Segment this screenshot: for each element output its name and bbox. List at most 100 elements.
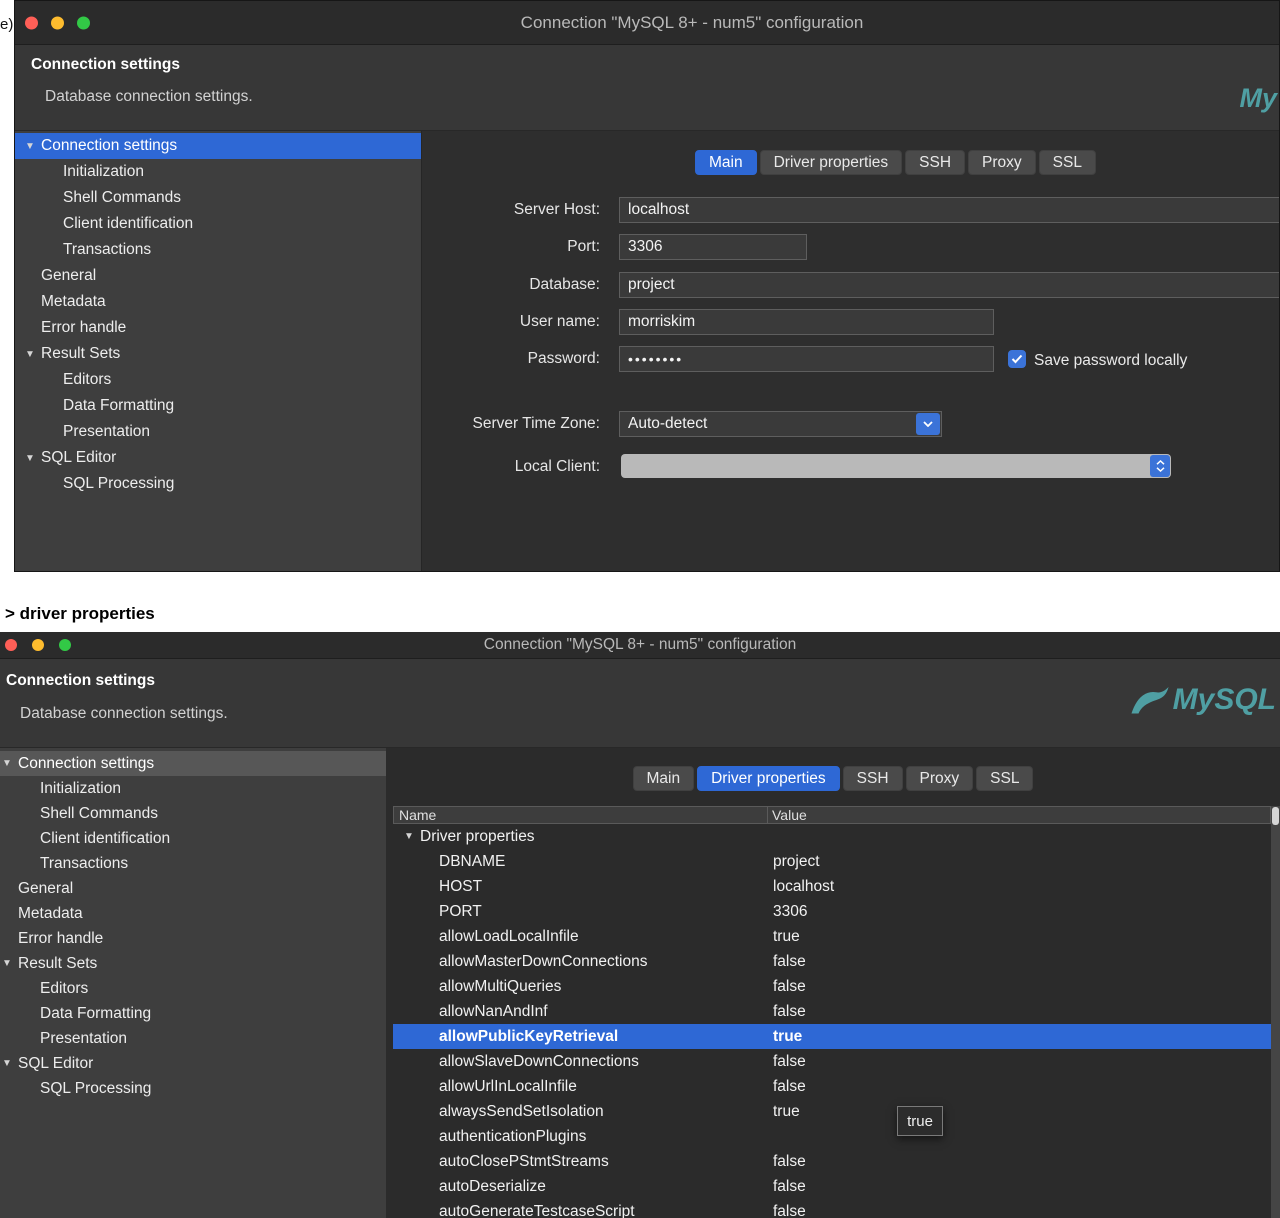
sidebar-item-initialization[interactable]: Initialization [15,159,421,185]
property-name: allowMasterDownConnections [439,952,648,970]
property-row-allowmasterdownconnections[interactable]: allowMasterDownConnections false [393,949,1271,974]
sidebar-item-client-identification[interactable]: Client identification [0,826,386,851]
property-row-allowurlinlocalinfile[interactable]: allowUrlInLocalInfile false [393,1074,1271,1099]
property-row-allowmultiqueries[interactable]: allowMultiQueries false [393,974,1271,999]
minimize-window-button[interactable] [32,639,44,651]
database-input[interactable]: project [619,272,1279,298]
sidebar-item-metadata[interactable]: Metadata [15,289,421,315]
tab-main[interactable]: Main [695,150,757,175]
mysql-logo-text: My [1239,83,1277,113]
local-client-stepper-button[interactable] [1150,455,1170,477]
tree-expand-arrow-icon[interactable]: ▼ [2,958,18,969]
property-row-dbname[interactable]: DBNAME project [393,849,1271,874]
zoom-window-button[interactable] [77,16,90,29]
traffic-lights [5,639,71,651]
tab-driver-properties[interactable]: Driver properties [759,150,903,175]
tree-expand-arrow-icon[interactable]: ▼ [25,349,41,360]
property-row-alwayssendsetisolation[interactable]: alwaysSendSetIsolation true [393,1099,1271,1124]
tab-ssl[interactable]: SSL [1038,150,1096,175]
property-row-autoclosepstmtstreams[interactable]: autoClosePStmtStreams false [393,1149,1271,1174]
close-window-button[interactable] [5,639,17,651]
sidebar-item-data-formatting[interactable]: Data Formatting [0,1001,386,1026]
mysql-logo-partial: My [1239,83,1277,114]
minimize-window-button[interactable] [51,16,64,29]
tab-main[interactable]: Main [632,766,695,791]
sidebar-item-shell-commands[interactable]: Shell Commands [15,185,421,211]
sidebar-item-sql-editor[interactable]: ▼ SQL Editor [0,1051,386,1076]
tab-driver-properties[interactable]: Driver properties [697,766,840,791]
property-row-allownanandinf[interactable]: allowNanAndInf false [393,999,1271,1024]
timezone-dropdown-button[interactable] [916,413,940,435]
sidebar-item-metadata[interactable]: Metadata [0,901,386,926]
sidebar-item-general[interactable]: General [15,263,421,289]
password-input[interactable]: •••••••• [619,346,994,372]
tab-ssh[interactable]: SSH [905,150,966,175]
sidebar-item-label: General [41,267,97,284]
window-titlebar[interactable]: Connection "MySQL 8+ - num5" configurati… [0,632,1280,659]
sidebar-item-editors[interactable]: Editors [0,976,386,1001]
tree-expand-arrow-icon[interactable]: ▼ [404,831,420,842]
property-row-authenticationplugins[interactable]: authenticationPlugins [393,1124,1271,1149]
sidebar-item-client-identification[interactable]: Client identification [15,211,421,237]
server-host-input[interactable]: localhost [619,197,1279,223]
page-title: Connection settings [6,672,155,689]
screenshot-top: Connection "MySQL 8+ - num5" configurati… [0,0,1280,572]
tree-expand-arrow-icon[interactable]: ▼ [2,758,18,769]
port-input[interactable]: 3306 [619,234,807,260]
sidebar-item-editors[interactable]: Editors [15,367,421,393]
sidebar-item-transactions[interactable]: Transactions [15,237,421,263]
scrollbar-thumb[interactable] [1272,807,1279,825]
sidebar-item-initialization[interactable]: Initialization [0,776,386,801]
property-row-allowloadlocalinfile[interactable]: allowLoadLocalInfile true [393,924,1271,949]
sidebar-item-label: Initialization [63,163,144,180]
tab-ssl[interactable]: SSL [976,766,1034,791]
table-body: ▼ Driver properties DBNAME project HOST local… [393,824,1271,1218]
sidebar-item-sql-processing[interactable]: SQL Processing [0,1076,386,1101]
sidebar-item-sql-processing[interactable]: SQL Processing [15,471,421,497]
property-row-allowslavedownconnections[interactable]: allowSlaveDownConnections false [393,1049,1271,1074]
sidebar-item-presentation[interactable]: Presentation [15,419,421,445]
tab-proxy[interactable]: Proxy [968,150,1036,175]
save-password-checkbox[interactable] [1008,350,1026,368]
property-group-row[interactable]: ▼ Driver properties [393,824,1271,849]
timezone-combo[interactable]: Auto-detect [619,411,942,437]
sidebar-item-label: Initialization [40,779,121,797]
tree-expand-arrow-icon[interactable]: ▼ [25,453,41,464]
sidebar-item-transactions[interactable]: Transactions [0,851,386,876]
tab-proxy[interactable]: Proxy [905,766,974,791]
property-value: true [773,927,800,945]
server-host-row: Server Host: localhost [422,197,1279,223]
screenshot-bottom: Connection "MySQL 8+ - num5" configurati… [0,632,1280,1218]
property-row-allowpublickeyretrieval[interactable]: allowPublicKeyRetrieval true [393,1024,1271,1049]
sidebar-item-result-sets[interactable]: ▼ Result Sets [0,951,386,976]
property-row-autogeneratetestcasescript[interactable]: autoGenerateTestcaseScript false [393,1199,1271,1218]
sidebar-item-general[interactable]: General [0,876,386,901]
sidebar-item-result-sets[interactable]: ▼ Result Sets [15,341,421,367]
sidebar-item-label: Client identification [40,829,171,847]
tree-expand-arrow-icon[interactable]: ▼ [25,141,41,152]
sidebar-item-sql-editor[interactable]: ▼ SQL Editor [15,445,421,471]
sidebar-item-data-formatting[interactable]: Data Formatting [15,393,421,419]
sidebar-item-presentation[interactable]: Presentation [0,1026,386,1051]
sidebar-item-error-handle[interactable]: Error handle [0,926,386,951]
vertical-scrollbar[interactable] [1271,806,1280,1218]
sidebar-item-connection-settings[interactable]: ▼ Connection settings [0,751,386,776]
checkmark-icon [1011,354,1023,364]
window-titlebar[interactable]: Connection "MySQL 8+ - num5" configurati… [15,1,1279,45]
sidebar-item-connection-settings[interactable]: ▼ Connection settings [15,133,421,159]
tab-ssh[interactable]: SSH [842,766,903,791]
sidebar-item-error-handle[interactable]: Error handle [15,315,421,341]
sidebar-item-label: SQL Processing [63,475,175,492]
zoom-window-button[interactable] [59,639,71,651]
tree-expand-arrow-icon[interactable]: ▼ [2,1058,18,1069]
local-client-combo[interactable] [621,454,1171,478]
server-host-value: localhost [628,201,690,218]
close-window-button[interactable] [25,16,38,29]
property-row-port[interactable]: PORT 3306 [393,899,1271,924]
username-input[interactable]: morriskim [619,309,994,335]
value-tooltip: true [897,1106,943,1136]
property-row-host[interactable]: HOST localhost [393,874,1271,899]
property-row-autodeserialize[interactable]: autoDeserialize false [393,1174,1271,1199]
sidebar-item-shell-commands[interactable]: Shell Commands [0,801,386,826]
sidebar-item-label: Shell Commands [40,804,159,822]
